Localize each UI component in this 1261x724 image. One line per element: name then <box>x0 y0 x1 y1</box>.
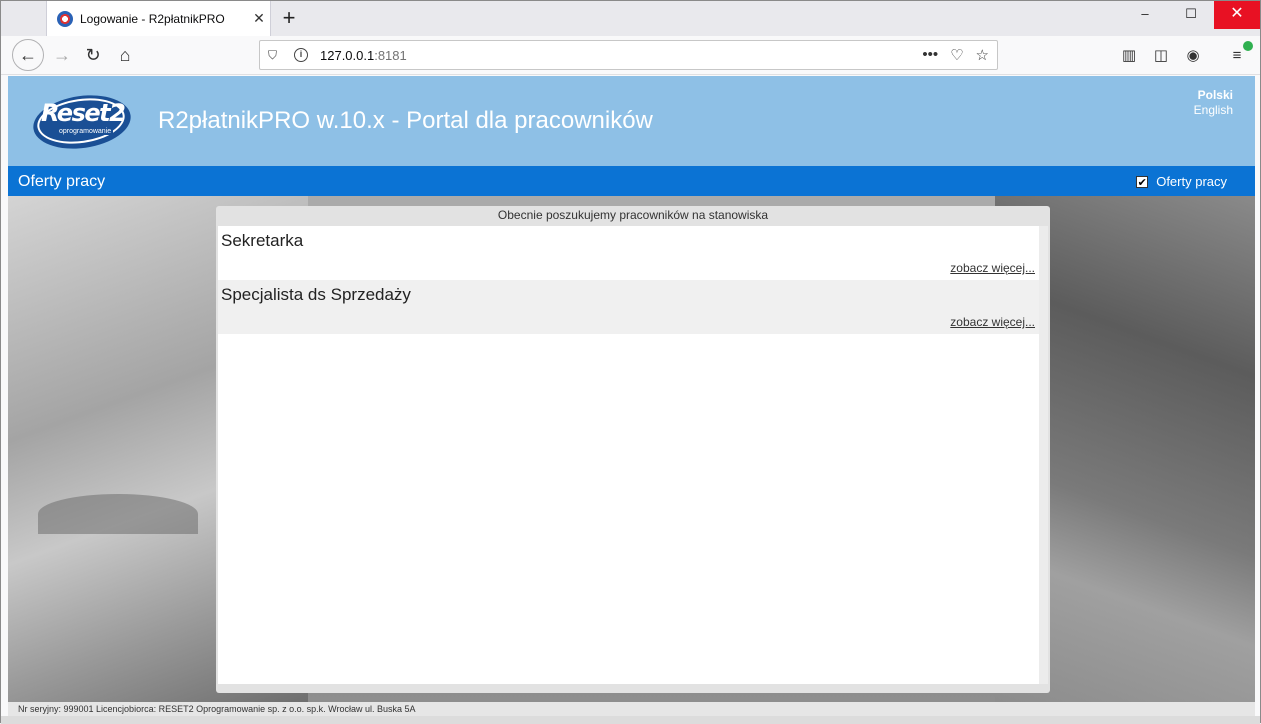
arrow-left-icon: ← <box>19 45 37 65</box>
language-polski[interactable]: Polski <box>1194 88 1233 103</box>
job-offers-panel: Obecnie poszukujemy pracowników na stano… <box>216 206 1050 693</box>
forward-button[interactable]: → <box>47 40 77 70</box>
oferty-pracy-toggle[interactable]: ✔ Oferty pracy <box>1136 174 1227 189</box>
page-title: R2płatnikPRO w.10.x - Portal dla pracown… <box>158 107 653 134</box>
job-item: Sekretarka zobacz więcej... <box>218 226 1039 280</box>
background-dune <box>38 494 198 534</box>
account-icon[interactable]: ◉ <box>1184 46 1202 64</box>
job-list: Sekretarka zobacz więcej... Specjalista … <box>218 226 1039 684</box>
panel-scrollbar[interactable] <box>1039 226 1048 684</box>
reload-button[interactable]: ↻ <box>78 40 108 70</box>
checkbox-label: Oferty pracy <box>1156 174 1227 189</box>
close-window-button[interactable]: ✕ <box>1214 1 1260 29</box>
tab-title: Logowanie - R2płatnikPRO <box>80 11 225 26</box>
job-item: Specjalista ds Sprzedaży zobacz więcej..… <box>218 280 1039 334</box>
site-favicon-icon <box>57 10 73 27</box>
logo-subtext: oprogramowanie <box>57 128 114 135</box>
reload-icon: ↻ <box>85 45 101 65</box>
language-switcher: Polski English <box>1194 88 1233 118</box>
arrow-right-icon: → <box>53 45 71 65</box>
minimize-button[interactable]: – <box>1122 1 1168 29</box>
license-footer: Nr seryjny: 999001 Licencjobiorca: RESET… <box>8 702 1255 716</box>
see-more-link[interactable]: zobacz więcej... <box>950 261 1035 275</box>
sidebar-icon[interactable]: ◫ <box>1152 46 1170 64</box>
tab-bar: Logowanie - R2płatnikPRO ✕ + – ☐ ✕ <box>1 1 1260 36</box>
job-title: Sekretarka <box>221 231 304 250</box>
browser-tab[interactable]: Logowanie - R2płatnikPRO ✕ <box>46 1 271 36</box>
logo-text: Reset2 <box>41 99 126 127</box>
shield-icon[interactable]: ⛉ <box>268 48 282 63</box>
home-icon: ⌂ <box>119 45 131 65</box>
site-header: Reset2 oprogramowanie R2płatnikPRO w.10.… <box>8 76 1255 166</box>
bookmark-star-icon[interactable]: ☆ <box>976 46 989 64</box>
home-button[interactable]: ⌂ <box>110 40 140 70</box>
url-text[interactable]: 127.0.0.1:8181 <box>320 48 407 63</box>
address-bar[interactable]: ⛉ i 127.0.0.1:8181 ••• ♡ ☆ <box>259 40 998 70</box>
pocket-icon[interactable]: ♡ <box>950 46 963 64</box>
reset2-logo[interactable]: Reset2 oprogramowanie <box>29 89 135 155</box>
url-host: 127.0.0.1 <box>320 47 375 63</box>
maximize-button[interactable]: ☐ <box>1168 1 1214 29</box>
library-icon[interactable]: ▥ <box>1120 46 1138 64</box>
url-port: :8181 <box>374 47 407 63</box>
panel-heading: Obecnie poszukujemy pracowników na stano… <box>497 208 769 222</box>
page-actions-icon[interactable]: ••• <box>922 46 938 64</box>
browser-window: Logowanie - R2płatnikPRO ✕ + – ☐ ✕ ← → ↻… <box>0 0 1261 724</box>
menu-item-oferty-pracy[interactable]: Oferty pracy <box>18 173 105 191</box>
info-icon[interactable]: i <box>294 48 308 62</box>
page-content: Reset2 oprogramowanie R2płatnikPRO w.10.… <box>8 76 1255 702</box>
new-tab-button[interactable]: + <box>277 5 301 31</box>
close-tab-icon[interactable]: ✕ <box>248 10 270 27</box>
back-button[interactable]: ← <box>12 39 44 71</box>
language-english[interactable]: English <box>1194 103 1233 118</box>
main-menu-bar: Oferty pracy ✔ Oferty pracy <box>8 166 1255 196</box>
job-title: Specjalista ds Sprzedaży <box>221 285 411 304</box>
navigation-bar: ← → ↻ ⌂ ⛉ i 127.0.0.1:8181 ••• ♡ ☆ ▥ ◫ ◉… <box>1 36 1260 75</box>
hamburger-menu-icon[interactable]: ≡ <box>1228 40 1253 64</box>
see-more-link[interactable]: zobacz więcej... <box>950 315 1035 329</box>
checkbox-icon[interactable]: ✔ <box>1136 175 1149 189</box>
